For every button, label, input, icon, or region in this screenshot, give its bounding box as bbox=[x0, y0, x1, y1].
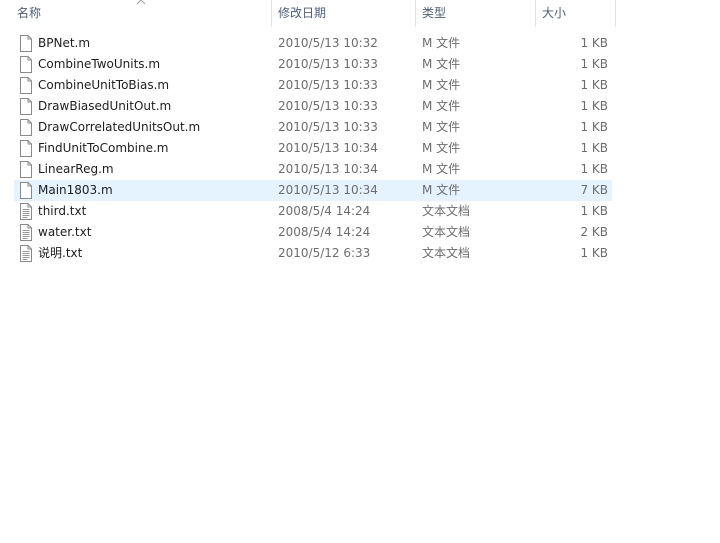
file-row[interactable]: third.txt 2008/5/4 14:24 文本文档 1 KB bbox=[14, 201, 612, 222]
chevron-up-icon[interactable] bbox=[134, 0, 148, 6]
file-row[interactable]: DrawBiasedUnitOut.m 2010/5/13 10:33 M 文件 1 … bbox=[14, 96, 612, 117]
file-size: 1 KB bbox=[580, 36, 608, 50]
file-icon bbox=[20, 56, 32, 73]
file-icon bbox=[20, 140, 32, 157]
file-size: 2 KB bbox=[580, 225, 608, 239]
file-size: 1 KB bbox=[580, 162, 608, 176]
file-name: DrawBiasedUnitOut.m bbox=[38, 99, 172, 113]
file-size: 1 KB bbox=[580, 120, 608, 134]
column-header-date-label: 修改日期 bbox=[278, 6, 327, 20]
text-document-icon bbox=[20, 224, 32, 241]
file-type: M 文件 bbox=[422, 57, 461, 71]
file-name: Main1803.m bbox=[38, 183, 113, 197]
column-header-type[interactable]: 类型 bbox=[417, 0, 533, 27]
column-divider[interactable] bbox=[615, 0, 616, 27]
file-size: 1 KB bbox=[580, 99, 608, 113]
file-icon bbox=[20, 161, 32, 178]
file-size: 1 KB bbox=[580, 246, 608, 260]
file-type: M 文件 bbox=[422, 120, 461, 134]
column-header-bar: 名称 修改日期 类型 大小 bbox=[0, 0, 720, 27]
file-size: 1 KB bbox=[580, 141, 608, 155]
file-modified-date: 2008/5/4 14:24 bbox=[278, 204, 371, 218]
file-icon bbox=[20, 182, 32, 199]
file-name: water.txt bbox=[38, 225, 92, 239]
file-modified-date: 2010/5/13 10:33 bbox=[278, 120, 378, 134]
file-name: third.txt bbox=[38, 204, 87, 218]
file-icon bbox=[20, 35, 32, 52]
file-name: CombineTwoUnits.m bbox=[38, 57, 161, 71]
file-row[interactable]: FindUnitToCombine.m 2010/5/13 10:34 M 文件 1 … bbox=[14, 138, 612, 159]
file-modified-date: 2010/5/13 10:34 bbox=[278, 183, 378, 197]
file-name: BPNet.m bbox=[38, 36, 91, 50]
column-header-type-label: 类型 bbox=[422, 6, 447, 20]
file-size: 1 KB bbox=[580, 57, 608, 71]
file-row[interactable]: CombineTwoUnits.m 2010/5/13 10:33 M 文件 1 KB bbox=[14, 54, 612, 75]
file-modified-date: 2010/5/13 10:33 bbox=[278, 78, 378, 92]
file-size: 1 KB bbox=[580, 78, 608, 92]
column-header-date[interactable]: 修改日期 bbox=[273, 0, 413, 27]
file-type: M 文件 bbox=[422, 183, 461, 197]
file-row[interactable]: CombineUnitToBias.m 2010/5/13 10:33 M 文件 1 … bbox=[14, 75, 612, 96]
column-header-size-label: 大小 bbox=[542, 6, 567, 20]
file-row[interactable]: BPNet.m 2010/5/13 10:32 M 文件 1 KB bbox=[14, 33, 612, 54]
file-modified-date: 2010/5/13 10:33 bbox=[278, 99, 378, 113]
file-type: 文本文档 bbox=[422, 204, 471, 218]
file-modified-date: 2010/5/12 6:33 bbox=[278, 246, 371, 260]
file-icon bbox=[20, 119, 32, 136]
file-row[interactable]: DrawCorrelatedUnitsOut.m 2010/5/13 10:33 M… bbox=[14, 117, 612, 138]
file-modified-date: 2010/5/13 10:32 bbox=[278, 36, 378, 50]
file-type: 文本文档 bbox=[422, 225, 471, 239]
file-name: CombineUnitToBias.m bbox=[38, 78, 170, 92]
file-type: 文本文档 bbox=[422, 246, 471, 260]
file-type: M 文件 bbox=[422, 162, 461, 176]
file-row[interactable]: LinearReg.m 2010/5/13 10:34 M 文件 1 KB bbox=[14, 159, 612, 180]
file-name: 说明.txt bbox=[38, 246, 83, 260]
file-size: 7 KB bbox=[580, 183, 608, 197]
file-modified-date: 2008/5/4 14:24 bbox=[278, 225, 371, 239]
file-type: M 文件 bbox=[422, 36, 461, 50]
file-name: FindUnitToCombine.m bbox=[38, 141, 169, 155]
file-row[interactable]: 说明.txt 2010/5/12 6:33 文本文档 1 KB bbox=[14, 243, 612, 264]
file-name: LinearReg.m bbox=[38, 162, 114, 176]
column-header-name-label: 名称 bbox=[17, 6, 42, 20]
file-type: M 文件 bbox=[422, 141, 461, 155]
column-divider[interactable] bbox=[535, 0, 536, 27]
file-row[interactable]: Main1803.m 2010/5/13 10:34 M 文件 7 KB bbox=[14, 180, 612, 201]
text-document-icon bbox=[20, 245, 32, 262]
column-divider[interactable] bbox=[415, 0, 416, 27]
file-name: DrawCorrelatedUnitsOut.m bbox=[38, 120, 201, 134]
file-size: 1 KB bbox=[580, 204, 608, 218]
column-divider[interactable] bbox=[271, 0, 272, 27]
file-icon bbox=[20, 98, 32, 115]
file-modified-date: 2010/5/13 10:33 bbox=[278, 57, 378, 71]
file-modified-date: 2010/5/13 10:34 bbox=[278, 162, 378, 176]
column-header-size[interactable]: 大小 bbox=[537, 0, 613, 27]
file-type: M 文件 bbox=[422, 99, 461, 113]
text-document-icon bbox=[20, 203, 32, 220]
file-icon bbox=[20, 77, 32, 94]
file-type: M 文件 bbox=[422, 78, 461, 92]
file-row[interactable]: water.txt 2008/5/4 14:24 文本文档 2 KB bbox=[14, 222, 612, 243]
file-modified-date: 2010/5/13 10:34 bbox=[278, 141, 378, 155]
